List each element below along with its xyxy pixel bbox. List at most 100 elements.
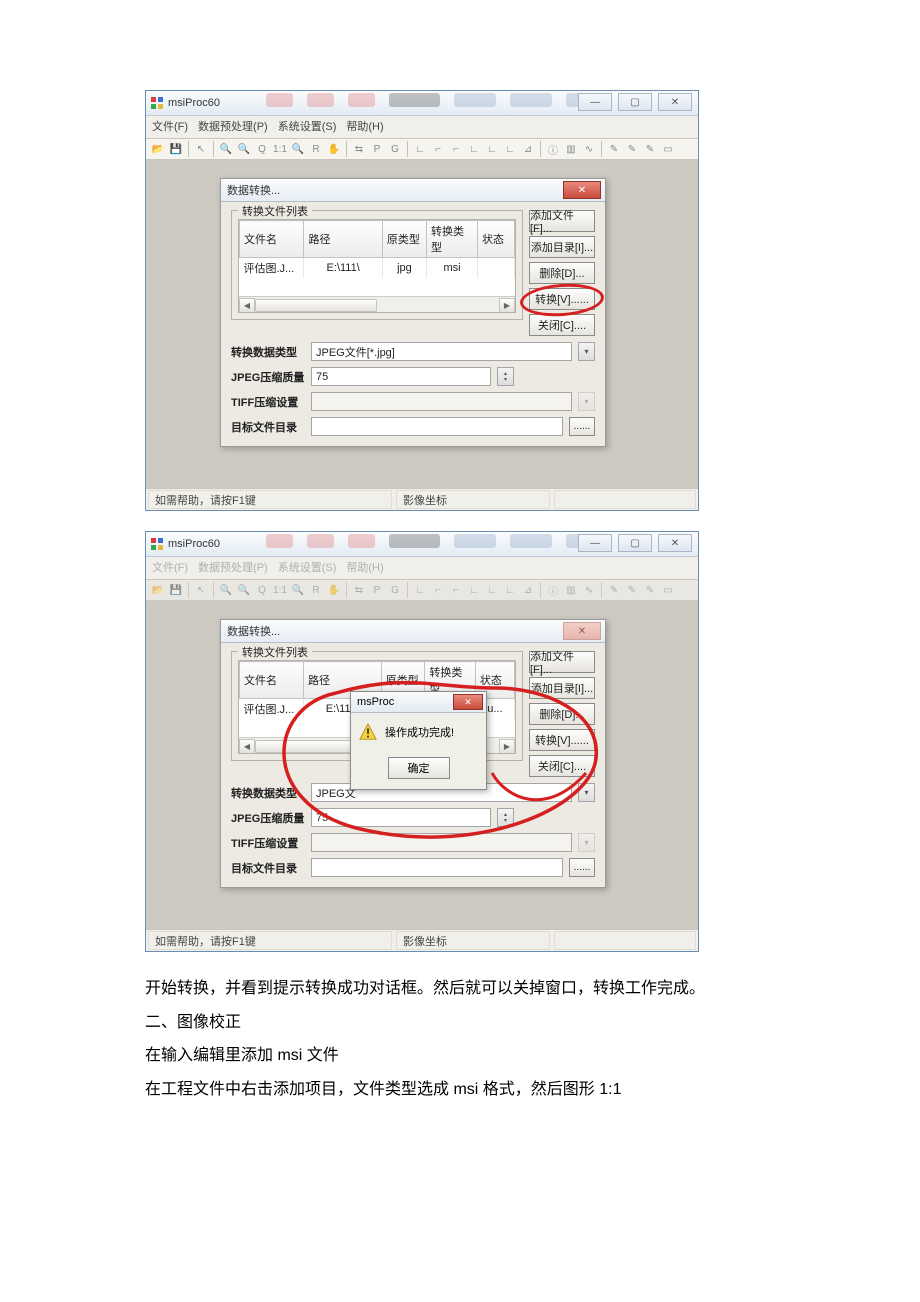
bars-icon[interactable]: ▥ [563, 141, 579, 157]
dialog-close-button: ✕ [563, 622, 601, 640]
zoom-icon[interactable]: Q [254, 141, 270, 157]
e3-icon[interactable]: ✎ [642, 141, 658, 157]
group-label: 转换文件列表 [238, 203, 312, 219]
dialog-title-bar: 数据转换... ✕ [221, 620, 605, 643]
menu-file[interactable]: 文件(F) [152, 118, 188, 136]
l4-icon[interactable]: ∟ [466, 141, 482, 157]
target-dir-input[interactable] [311, 417, 563, 436]
paragraph: 开始转换，并看到提示转换成功对话框。然后就可以关掉窗口，转换工作完成。 [145, 972, 775, 1006]
ok-button[interactable]: 确定 [388, 757, 450, 779]
l2-icon[interactable]: ⌐ [430, 141, 446, 157]
table-row[interactable]: 评估图.J... E:\111\ jpg msi [240, 258, 515, 279]
convert-icon[interactable]: ⇆ [351, 141, 367, 157]
wave-icon: ∿ [581, 582, 597, 598]
add-file-button[interactable]: 添加文件[F]... [529, 210, 595, 232]
file-list-group: 转换文件列表 文件名 路径 原类型 转换类型 状态 [231, 210, 523, 320]
horizontal-scrollbar[interactable]: ◀ ▶ [239, 296, 515, 312]
jpeg-quality-label: JPEG压缩质量 [231, 810, 305, 826]
close-button[interactable]: ✕ [658, 534, 692, 552]
zoom2-icon[interactable]: 🔍 [290, 141, 306, 157]
maximize-button[interactable]: ▢ [618, 534, 652, 552]
save-icon[interactable]: 💾 [168, 141, 184, 157]
delete-button: 删除[D]... [529, 703, 595, 725]
browse-button: ...... [569, 858, 595, 877]
ref-icon[interactable]: R [308, 141, 324, 157]
bars-icon: ▥ [563, 582, 579, 598]
col-dsttype[interactable]: 转换类型 [426, 221, 477, 258]
browse-button[interactable]: ...... [569, 417, 595, 436]
tiff-combo [311, 833, 572, 852]
tiff-combo[interactable] [311, 392, 572, 411]
quantity-stepper: ▴▾ [497, 808, 514, 827]
jpeg-quality-input[interactable]: 75 [311, 367, 491, 386]
chevron-down-icon[interactable]: ▾ [578, 342, 595, 361]
info-icon[interactable]: ⓘ [545, 141, 561, 157]
l4-icon: ∟ [466, 582, 482, 598]
paragraph: 二、图像校正 [145, 1006, 775, 1040]
convert-icon: ⇆ [351, 582, 367, 598]
quantity-stepper[interactable]: ▴▾ [497, 367, 514, 386]
zoom2-icon: 🔍 [290, 582, 306, 598]
rect-icon[interactable]: ▭ [660, 141, 676, 157]
chevron-down-icon: ▾ [578, 783, 595, 802]
file-list[interactable]: 文件名 路径 原类型 转换类型 状态 评估图.J... [238, 219, 516, 313]
l6-icon[interactable]: ∟ [502, 141, 518, 157]
app-logo-icon [150, 96, 164, 110]
l5-icon[interactable]: ∟ [484, 141, 500, 157]
status-coord: 影像坐标 [396, 931, 550, 950]
delete-button[interactable]: 删除[D]... [529, 262, 595, 284]
convert-dialog: 数据转换... ✕ 转换文件列表 文件名 [220, 178, 606, 447]
msgbox-close-button[interactable]: ✕ [453, 694, 483, 710]
menu-help[interactable]: 帮助(H) [346, 118, 383, 136]
l1-icon[interactable]: ∟ [412, 141, 428, 157]
menu-preproc[interactable]: 数据预处理(P) [198, 118, 268, 136]
menu-bar: 文件(F) 数据预处理(P) 系统设置(S) 帮助(H) [146, 557, 698, 580]
p-icon[interactable]: P [369, 141, 385, 157]
menu-sysset[interactable]: 系统设置(S) [278, 118, 337, 136]
tiff-label: TIFF压缩设置 [231, 835, 305, 851]
maximize-button[interactable]: ▢ [618, 93, 652, 111]
minimize-button[interactable]: — [578, 93, 612, 111]
l3-icon[interactable]: ⌐ [448, 141, 464, 157]
save-icon: 💾 [168, 582, 184, 598]
zoom-in-icon[interactable]: 🔍 [218, 141, 234, 157]
scroll-right-icon[interactable]: ▶ [499, 298, 515, 313]
msgbox-title-bar: msProc ✕ [351, 692, 486, 713]
close-button[interactable]: ✕ [658, 93, 692, 111]
convert-button: 转换[V]...... [529, 729, 595, 751]
chevron-down-icon: ▾ [578, 833, 595, 852]
datatype-combo[interactable]: JPEG文件[*.jpg] [311, 342, 572, 361]
add-dir-button[interactable]: 添加目录[I]... [529, 236, 595, 258]
open-icon[interactable]: 📂 [150, 141, 166, 157]
status-bar: 如需帮助，请按F1键 影像坐标 [146, 929, 698, 951]
g-icon[interactable]: G [387, 141, 403, 157]
scroll-right-icon: ▶ [499, 739, 515, 754]
status-bar: 如需帮助，请按F1键 影像坐标 [146, 488, 698, 510]
pointer-icon[interactable]: ↖ [193, 141, 209, 157]
col-status[interactable]: 状态 [478, 221, 515, 258]
zoom-out-icon[interactable]: 🔍 [236, 141, 252, 157]
wave-icon[interactable]: ∿ [581, 141, 597, 157]
l2-icon: ⌐ [430, 582, 446, 598]
menu-preproc: 数据预处理(P) [198, 559, 268, 577]
hand-icon[interactable]: ✋ [326, 141, 342, 157]
dialog-close-button[interactable]: ✕ [563, 181, 601, 199]
col-srctype[interactable]: 原类型 [382, 221, 426, 258]
close-dialog-button[interactable]: 关闭[C].... [529, 314, 595, 336]
minimize-button[interactable]: — [578, 534, 612, 552]
col-path[interactable]: 路径 [304, 221, 382, 258]
e2-icon[interactable]: ✎ [624, 141, 640, 157]
info-icon: ⓘ [545, 582, 561, 598]
l3-icon: ⌐ [448, 582, 464, 598]
fit-icon[interactable]: 1:1 [272, 141, 288, 157]
l7-icon[interactable]: ⊿ [520, 141, 536, 157]
e1-icon[interactable]: ✎ [606, 141, 622, 157]
l5-icon: ∟ [484, 582, 500, 598]
scroll-left-icon[interactable]: ◀ [239, 298, 255, 313]
convert-button[interactable]: 转换[V]...... [529, 288, 595, 310]
scroll-thumb[interactable] [255, 299, 377, 312]
paragraph: 在工程文件中右击添加项目，文件类型选成 msi 格式，然后图形 1:1 [145, 1073, 775, 1107]
col-filename[interactable]: 文件名 [240, 221, 304, 258]
title-bar: msiProc60 — ▢ ✕ [146, 91, 698, 116]
menu-sysset: 系统设置(S) [278, 559, 337, 577]
